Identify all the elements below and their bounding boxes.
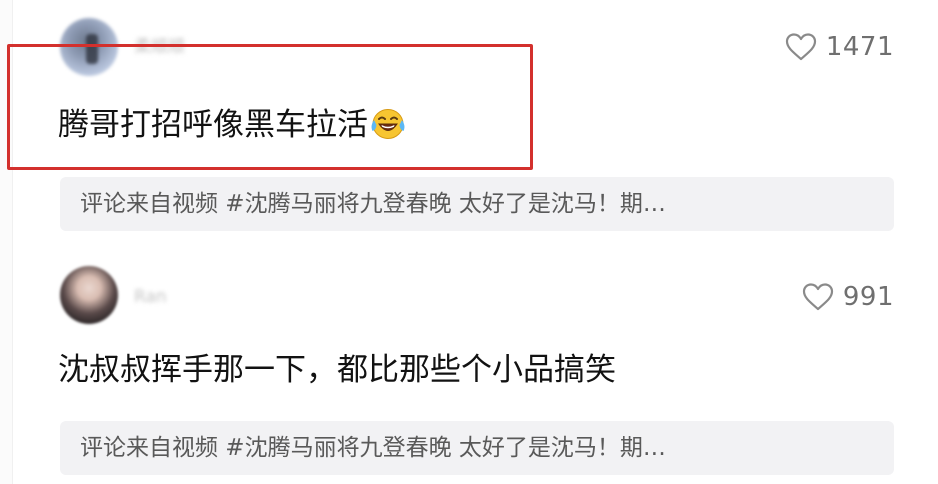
comment-text: 沈叔叔挥手那一下，都比那些个小品搞笑	[58, 352, 616, 388]
like-button[interactable]: 991	[801, 280, 894, 314]
video-source-link[interactable]: 评论来自视频 #沈腾马丽将九登春晚 太好了是沈马！期…	[60, 177, 894, 231]
username[interactable]: Ran	[134, 286, 167, 308]
like-count: 1471	[825, 32, 894, 62]
like-button[interactable]: 1471	[784, 30, 894, 64]
avatar[interactable]	[60, 266, 118, 324]
red-highlight-annotation	[7, 44, 533, 170]
heart-outline-icon	[802, 283, 833, 311]
video-source-link[interactable]: 评论来自视频 #沈腾马丽将九登春晚 太好了是沈马！期…	[60, 421, 894, 475]
comment-feed: 柔顺顺 1471 腾哥打招呼像黑车拉活 评论来自视频 #沈腾马丽将九登春晚 太好…	[0, 0, 938, 484]
heart-outline-icon	[785, 33, 816, 61]
like-count: 991	[842, 282, 894, 312]
